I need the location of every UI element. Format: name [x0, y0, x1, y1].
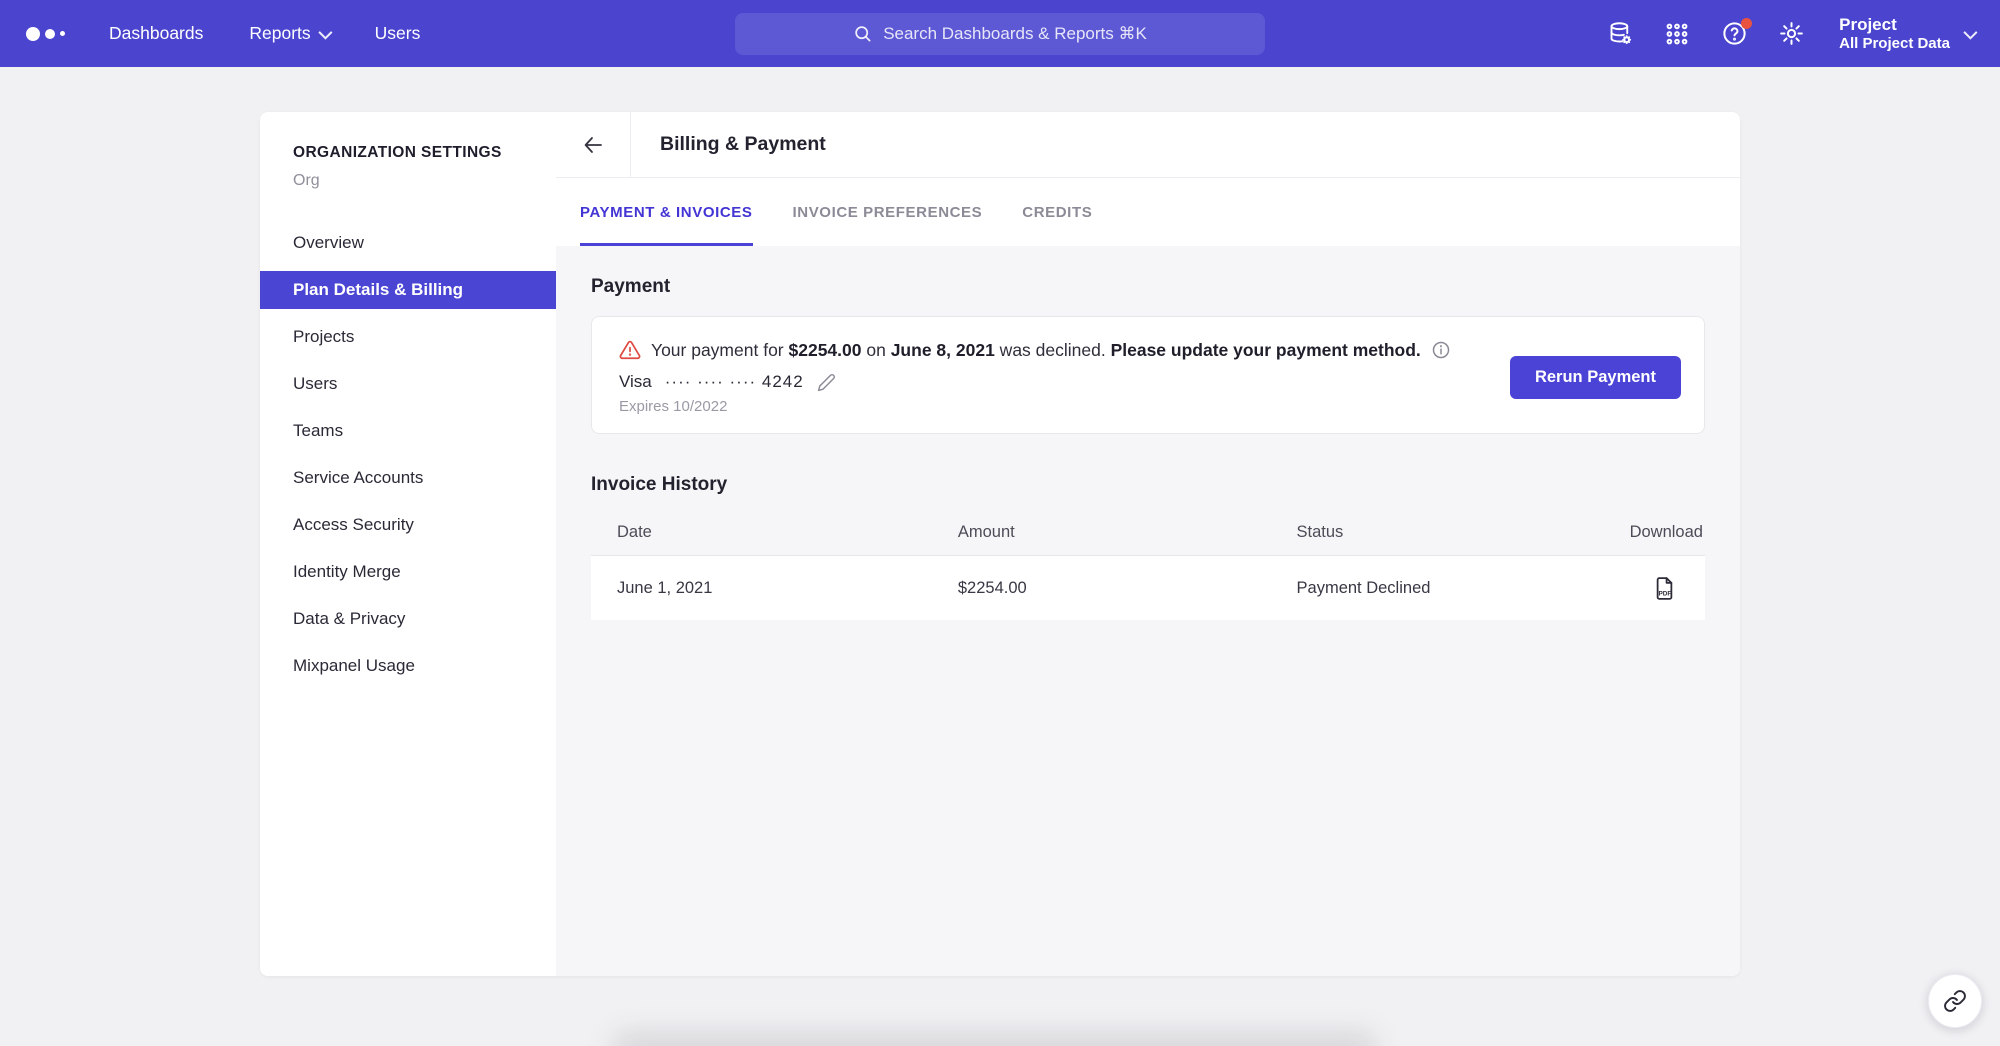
warning-triangle-icon — [619, 339, 641, 361]
nav-users[interactable]: Users — [375, 23, 421, 44]
tab-credits[interactable]: CREDITS — [1022, 178, 1092, 246]
org-settings-panel: ORGANIZATION SETTINGS Org Overview Plan … — [260, 112, 1740, 976]
col-header-date: Date — [591, 523, 932, 542]
offscreen-element-shadow — [612, 1032, 1377, 1046]
payment-declined-alert: Your payment for $2254.00 on June 8, 202… — [619, 339, 1451, 361]
sidebar-item-overview[interactable]: Overview — [260, 224, 556, 262]
card-masked-digits: ···· ···· ···· 4242 — [665, 372, 804, 392]
top-navbar: Dashboards Reports Users Search Dashboar… — [0, 0, 2000, 67]
help-icon[interactable] — [1719, 19, 1749, 49]
project-switcher-subtitle: All Project Data — [1839, 35, 1950, 54]
invoice-table-header: Date Amount Status Download — [591, 510, 1705, 556]
payment-section-heading: Payment — [591, 276, 1705, 298]
settings-gear-icon[interactable] — [1776, 19, 1806, 49]
data-management-icon[interactable] — [1605, 19, 1635, 49]
logo-dot-large — [26, 27, 40, 41]
alert-mid: on — [862, 340, 891, 360]
project-switcher-title: Project — [1839, 14, 1950, 35]
sidebar-item-access-security[interactable]: Access Security — [260, 506, 556, 544]
nav-dashboards-label: Dashboards — [109, 23, 203, 44]
col-header-amount: Amount — [932, 523, 1271, 542]
search-placeholder: Search Dashboards & Reports ⌘K — [883, 24, 1147, 44]
invoice-amount: $2254.00 — [932, 579, 1271, 598]
invoice-status: Payment Declined — [1271, 579, 1583, 598]
alert-prefix: Your payment for — [651, 340, 789, 360]
primary-nav: Dashboards Reports Users — [109, 23, 420, 44]
invoice-history-table: Date Amount Status Download June 1, 2021… — [591, 510, 1705, 620]
link-icon — [1943, 989, 1967, 1013]
nav-dashboards[interactable]: Dashboards — [109, 23, 203, 44]
copy-link-fab[interactable] — [1928, 974, 1982, 1028]
col-header-download: Download — [1582, 523, 1705, 542]
arrow-left-icon — [581, 133, 605, 157]
help-notification-badge — [1741, 18, 1752, 29]
payment-card-details: Your payment for $2254.00 on June 8, 202… — [619, 339, 1451, 415]
col-header-status: Status — [1271, 523, 1583, 542]
billing-main: Billing & Payment PAYMENT & INVOICES INV… — [556, 112, 1740, 976]
tab-invoice-preferences[interactable]: INVOICE PREFERENCES — [793, 178, 983, 246]
billing-tabs: PAYMENT & INVOICES INVOICE PREFERENCES C… — [556, 178, 1740, 246]
tab-payment-invoices[interactable]: PAYMENT & INVOICES — [580, 178, 753, 246]
global-search-input[interactable]: Search Dashboards & Reports ⌘K — [735, 13, 1265, 55]
sidebar-item-teams[interactable]: Teams — [260, 412, 556, 450]
sidebar-item-service-accounts[interactable]: Service Accounts — [260, 459, 556, 497]
billing-header: Billing & Payment — [556, 112, 1740, 178]
search-icon — [853, 24, 872, 43]
edit-pencil-icon[interactable] — [817, 373, 836, 392]
org-settings-sidebar: ORGANIZATION SETTINGS Org Overview Plan … — [260, 112, 556, 976]
alert-date: June 8, 2021 — [891, 340, 995, 360]
page-body: ORGANIZATION SETTINGS Org Overview Plan … — [0, 67, 2000, 976]
nav-reports[interactable]: Reports — [249, 23, 328, 44]
sidebar-item-identity-merge[interactable]: Identity Merge — [260, 553, 556, 591]
logo-dot-medium — [45, 29, 55, 39]
payment-card: Your payment for $2254.00 on June 8, 202… — [591, 316, 1705, 434]
chevron-down-icon — [1963, 25, 1977, 39]
sidebar-item-mixpanel-usage[interactable]: Mixpanel Usage — [260, 647, 556, 685]
back-button[interactable] — [556, 112, 631, 177]
info-icon[interactable] — [1431, 340, 1451, 360]
sidebar-nav-list: Overview Plan Details & Billing Projects… — [260, 224, 556, 685]
alert-amount: $2254.00 — [789, 340, 862, 360]
card-brand: Visa — [619, 372, 652, 392]
sidebar-item-users[interactable]: Users — [260, 365, 556, 403]
mixpanel-logo[interactable] — [26, 27, 65, 41]
apps-grid-icon[interactable] — [1662, 19, 1692, 49]
invoice-date: June 1, 2021 — [591, 579, 932, 598]
card-expiry: Expires 10/2022 — [619, 398, 1451, 415]
chevron-down-icon — [318, 25, 332, 39]
nav-right-group: Project All Project Data — [1605, 14, 1974, 54]
svg-text:PDF: PDF — [1658, 590, 1671, 597]
logo-dot-small — [60, 31, 65, 36]
nav-users-label: Users — [375, 23, 421, 44]
alert-suffix: was declined. — [995, 340, 1111, 360]
sidebar-item-plan-details-billing[interactable]: Plan Details & Billing — [260, 271, 556, 309]
invoice-history-heading: Invoice History — [591, 474, 1705, 496]
rerun-payment-button[interactable]: Rerun Payment — [1510, 356, 1681, 399]
nav-reports-label: Reports — [249, 23, 310, 44]
project-switcher[interactable]: Project All Project Data — [1839, 14, 1974, 54]
billing-content: Payment Your payment for $2254.00 on Jun… — [556, 246, 1740, 976]
alert-bold-suffix: Please update your payment method. — [1111, 340, 1421, 360]
sidebar-item-projects[interactable]: Projects — [260, 318, 556, 356]
sidebar-item-data-privacy[interactable]: Data & Privacy — [260, 600, 556, 638]
sidebar-org-name: Org — [260, 172, 556, 190]
alert-text: Your payment for $2254.00 on June 8, 202… — [651, 340, 1421, 361]
invoice-table-row: June 1, 2021 $2254.00 Payment Declined P… — [591, 556, 1705, 620]
sidebar-title: ORGANIZATION SETTINGS — [260, 144, 556, 162]
download-pdf-icon[interactable]: PDF — [1652, 576, 1677, 601]
page-title: Billing & Payment — [631, 112, 826, 177]
card-on-file: Visa ···· ···· ···· 4242 — [619, 372, 1451, 392]
